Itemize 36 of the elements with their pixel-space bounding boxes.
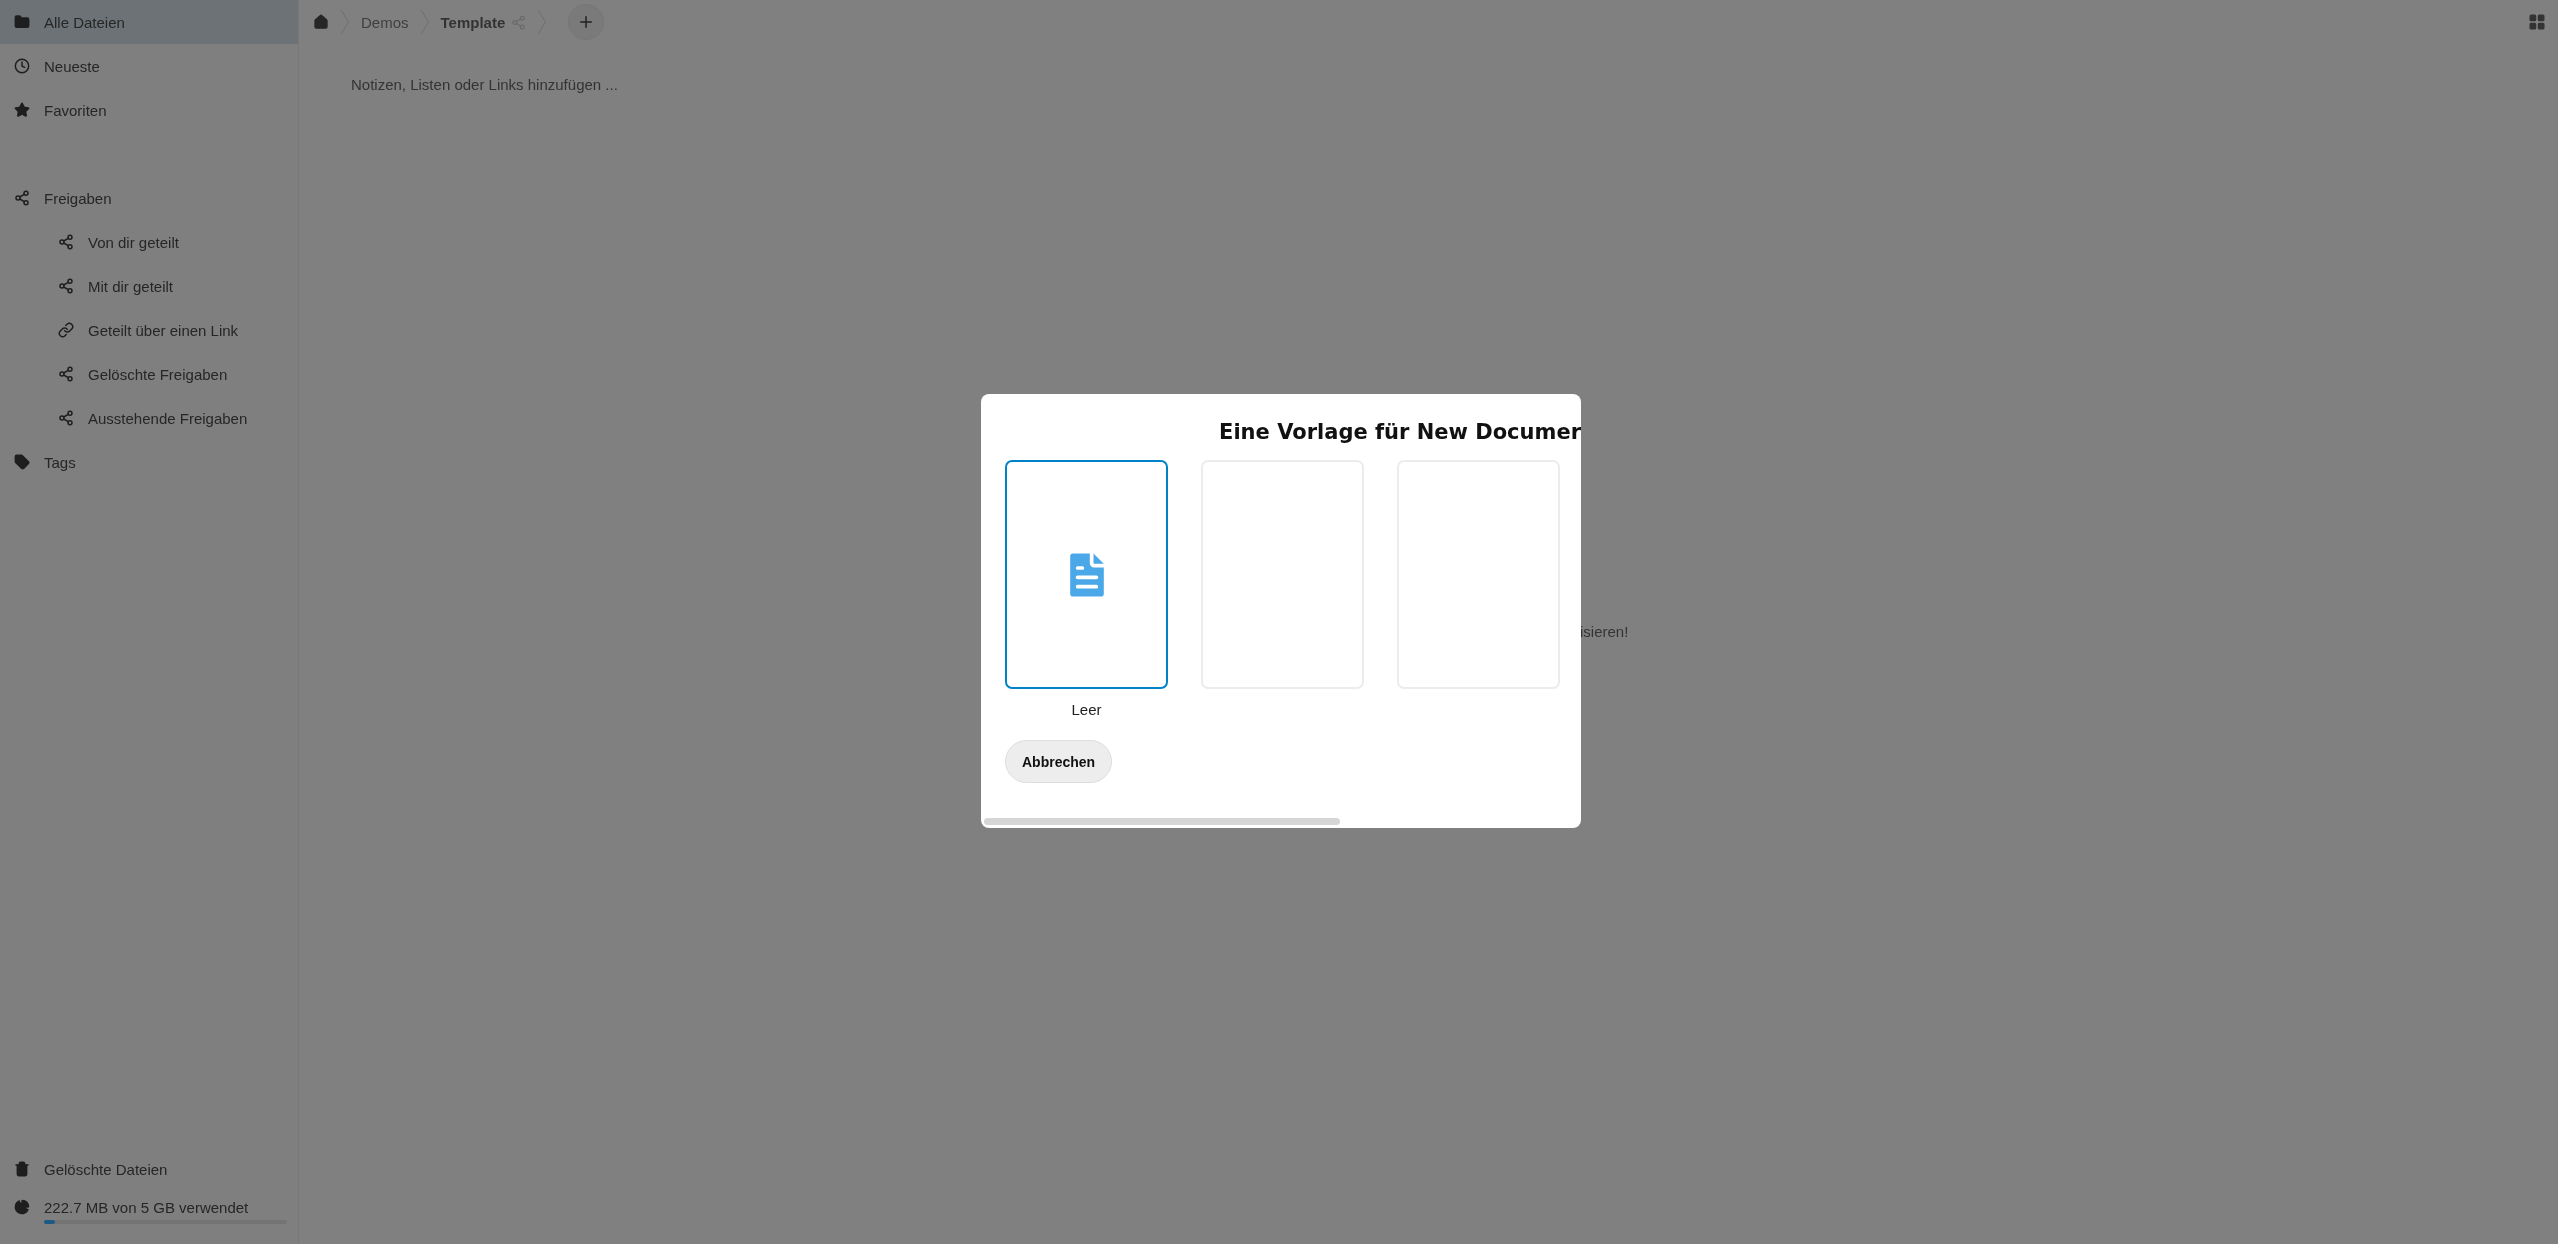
scrollbar[interactable] [984, 818, 1340, 825]
share-icon [58, 278, 74, 294]
sidebar-item[interactable]: Tags [0, 440, 298, 484]
sidebar-item[interactable]: Von dir geteilt [0, 220, 298, 264]
template-label: Leer [1071, 701, 1102, 718]
home-icon[interactable] [313, 14, 329, 30]
star-icon [14, 102, 30, 118]
sidebar-item[interactable]: Geteilt über einen Link [0, 308, 298, 352]
grid-view-icon[interactable] [2528, 13, 2546, 31]
sidebar-item[interactable]: Gelöschte Dateien [0, 1147, 298, 1191]
trash-icon [14, 1161, 30, 1177]
sidebar-item[interactable]: Gelöschte Freigaben [0, 352, 298, 396]
storage-usage: 222.7 MB von 5 GB verwendet [44, 1199, 250, 1216]
breadcrumb-item[interactable]: Template [440, 13, 506, 31]
share-icon [58, 234, 74, 250]
template-card[interactable] [1005, 460, 1168, 689]
add-button[interactable] [568, 4, 605, 40]
clock-icon [14, 58, 30, 74]
notes-placeholder[interactable]: Notizen, Listen oder Links hinzufügen ... [351, 76, 618, 93]
sidebar-item[interactable]: Neueste [0, 44, 298, 88]
sidebar-item[interactable]: Favoriten [0, 88, 298, 132]
share-icon [58, 366, 74, 382]
dialog-title: Eine Vorlage für New Documer [1219, 420, 1581, 444]
sidebar-item[interactable]: Freigaben [0, 176, 298, 220]
sidebar-item[interactable]: Alle Dateien [0, 0, 298, 44]
sidebar-item[interactable]: Mit dir geteilt [0, 264, 298, 308]
sidebar-item[interactable]: Ausstehende Freigaben [0, 396, 298, 440]
tag-icon [14, 454, 30, 470]
link-icon [58, 322, 74, 338]
breadcrumb-item[interactable]: Demos [361, 13, 409, 31]
empty-state-text: isieren! [1580, 623, 1629, 640]
cancel-button[interactable]: Abbrechen [1005, 740, 1113, 783]
folder-icon [14, 14, 30, 30]
share-icon [14, 190, 30, 206]
share-icon [58, 410, 74, 426]
storage-icon [14, 1199, 30, 1215]
